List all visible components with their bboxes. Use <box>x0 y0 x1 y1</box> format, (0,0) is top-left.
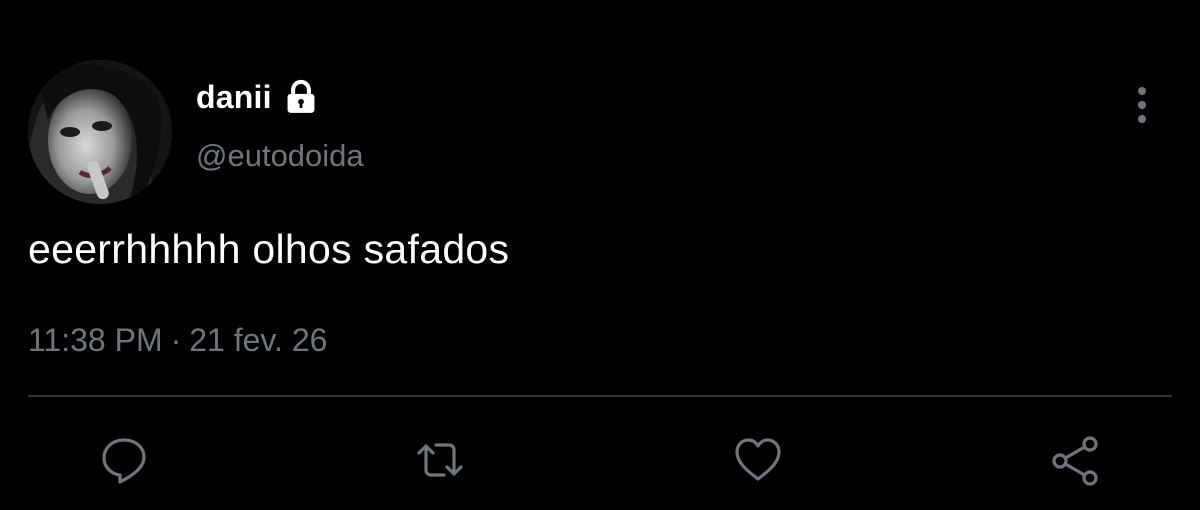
more-vertical-icon[interactable] <box>1124 82 1160 128</box>
heart-icon <box>735 438 781 481</box>
reply-button[interactable] <box>96 432 152 488</box>
divider <box>28 395 1172 397</box>
retweet-icon <box>417 443 463 477</box>
share-icon <box>1052 436 1098 486</box>
author-handle[interactable]: @eutodoida <box>196 138 364 174</box>
avatar[interactable] <box>28 60 172 204</box>
retweet-button[interactable] <box>412 432 468 488</box>
like-button[interactable] <box>730 432 786 488</box>
tweet-time: 11:38 PM <box>28 322 163 358</box>
lock-icon <box>282 78 320 116</box>
tweet-card: danii @eutodoida eeerrhhhhh olhos safado… <box>0 0 1200 510</box>
share-button[interactable] <box>1048 432 1104 488</box>
tweet-text: eeerrhhhhh olhos safados <box>28 226 510 272</box>
tweet-date: 21 fev. 26 <box>189 322 328 358</box>
author-name-row: danii <box>196 74 320 120</box>
display-name[interactable]: danii <box>196 79 272 116</box>
meta-separator: · <box>170 322 182 358</box>
comment-icon <box>102 438 146 484</box>
tweet-timestamp[interactable]: 11:38 PM · 21 fev. 26 <box>28 322 327 359</box>
avatar-photo <box>28 60 172 204</box>
